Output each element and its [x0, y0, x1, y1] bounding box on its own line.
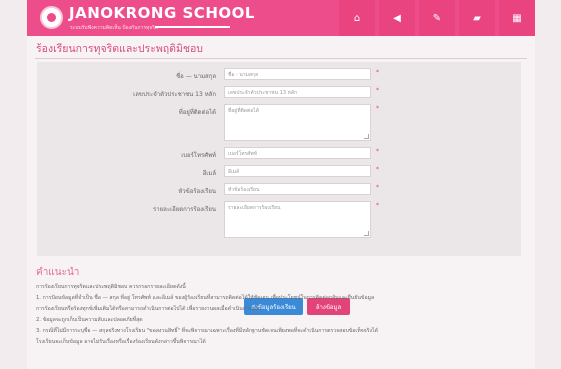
complaint-form: ชื่อ — นามสกุล ชื่อ - นามสกุล * เลขประจำตัว…: [37, 62, 521, 315]
nav-button-edit[interactable]: ✎: [419, 0, 455, 36]
home-icon: ⌂: [353, 12, 361, 24]
megaphone-icon: ◀: [393, 12, 401, 24]
title-divider: [35, 58, 527, 59]
brand-name[interactable]: JANOKRONG SCHOOL: [69, 4, 255, 22]
page-container: JANOKRONG SCHOOL ระบบรับฟังความคิดเห็น ป…: [27, 0, 535, 369]
page-title: ร้องเรียนการทุจริตและประพฤติมิชอบ: [36, 43, 203, 55]
citizen-id-input[interactable]: เลขประจำตัวประชาชน 13 หลัก: [224, 86, 371, 98]
citizen-id-label: เลขประจำตัวประชาชน 13 หลัก: [133, 91, 216, 98]
edit-icon: ✎: [432, 12, 442, 24]
instruction-line: การร้องเรียนหรือร้องทุกข์เพิ่มเติมได้หรื…: [36, 306, 262, 312]
instruction-line: โรงเรียนจะเก็บข้อมูล อาจไม่รับเรื่องหรือ…: [36, 339, 206, 345]
email-input[interactable]: อีเมล์: [224, 165, 371, 177]
required-mark: *: [376, 184, 379, 191]
address-label: ที่อยู่ที่ติดต่อได้: [178, 109, 216, 116]
required-mark: *: [376, 105, 379, 112]
phone-label: เบอร์โทรศัพท์: [181, 152, 216, 159]
grid-icon: ▦: [512, 12, 522, 24]
nav-button-home[interactable]: ⌂: [339, 0, 375, 36]
required-mark: *: [376, 69, 379, 76]
subject-label: หัวข้อร้องเรียน: [178, 188, 216, 195]
instruction-line: 2. ข้อมูลจะถูกเก็บเป็นความลับและปลอดภัยท…: [36, 317, 143, 323]
subject-input[interactable]: หัวข้อร้องเรียน: [224, 183, 371, 195]
site-header: JANOKRONG SCHOOL ระบบรับฟังความคิดเห็น ป…: [27, 0, 535, 36]
nav-bar: ⌂ ◀ ✎ ▰ ▦: [339, 0, 539, 36]
email-label: อีเมล์: [202, 170, 216, 177]
nav-button-megaphone[interactable]: ◀: [379, 0, 415, 36]
required-mark: *: [376, 148, 379, 155]
instruction-line: 3. กรณีที่ไม่มีการระบุชื่อ — สกุลจริงทาง…: [36, 328, 378, 334]
name-input[interactable]: ชื่อ - นามสกุล: [224, 68, 371, 80]
name-label: ชื่อ — นามสกุล: [176, 73, 216, 80]
brand-underline: [155, 26, 230, 28]
required-mark: *: [376, 202, 379, 209]
instructions-title: คำแนะนำ: [36, 267, 80, 278]
brand-subtitle: ระบบรับฟังความคิดเห็น ป้องกันการทุจริต: [70, 25, 159, 31]
instruction-line: การร้องเรียนการทุจริตและประพฤติมิชอบ ควร…: [36, 284, 186, 290]
nav-button-chat[interactable]: ▰: [459, 0, 495, 36]
school-logo[interactable]: [40, 6, 63, 29]
required-mark: *: [376, 166, 379, 173]
nav-button-grid[interactable]: ▦: [499, 0, 535, 36]
phone-input[interactable]: เบอร์โทรศัพท์: [224, 147, 371, 159]
required-mark: *: [376, 87, 379, 94]
chat-icon: ▰: [473, 12, 481, 24]
details-textarea[interactable]: รายละเอียดการร้องเรียน: [224, 201, 371, 238]
address-textarea[interactable]: ที่อยู่ที่ติดต่อได้: [224, 104, 371, 141]
instruction-line: 1. การป้อนข้อมูลที่จำเป็น ชื่อ — สกุล ที…: [36, 295, 375, 301]
details-label: รายละเอียดการร้องเรียน: [153, 206, 216, 213]
